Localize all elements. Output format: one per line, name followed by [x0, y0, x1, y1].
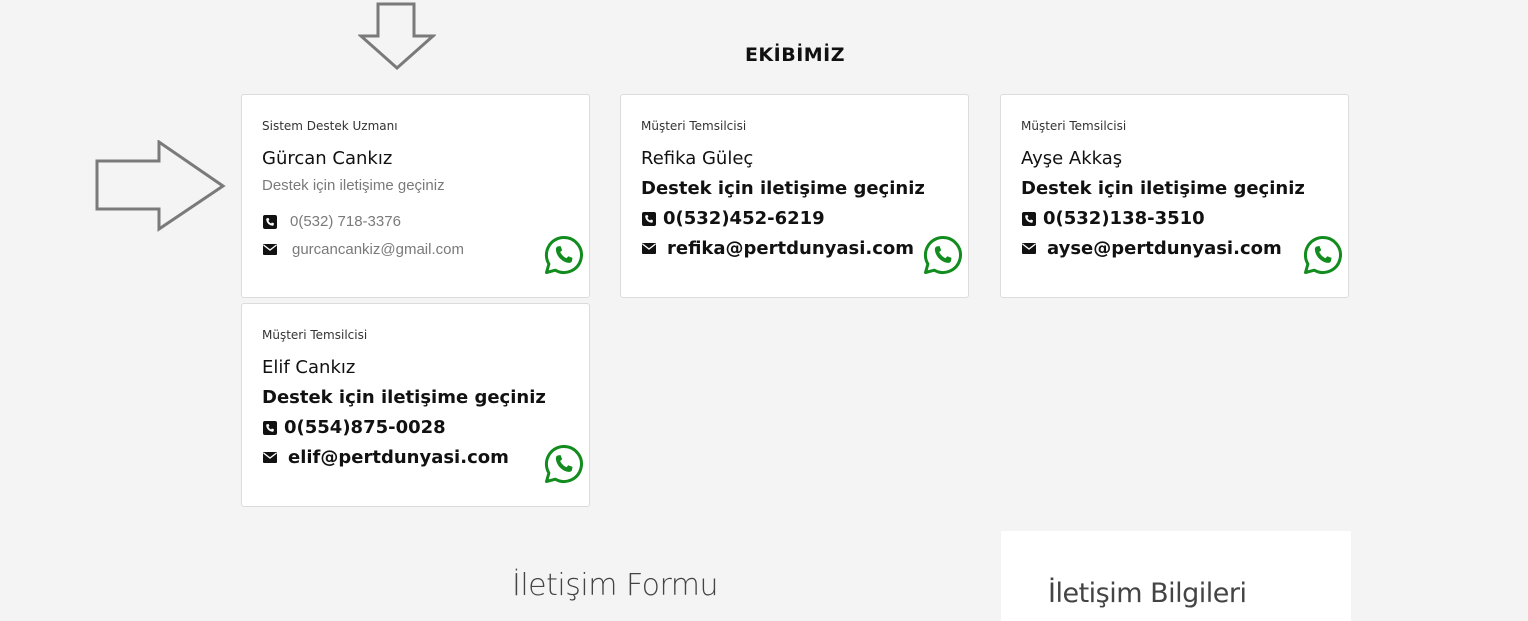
phone-square-icon: [262, 420, 278, 435]
member-role: Müşteri Temsilcisi: [1021, 119, 1127, 133]
email-address: elif@pertdunyasi.com: [288, 447, 509, 468]
phone-number: 0(532)138-3510: [1043, 208, 1205, 229]
member-role: Sistem Destek Uzmanı: [262, 119, 398, 133]
member-name: Refika Güleç: [641, 148, 754, 169]
member-phone[interactable]: 0(532)452-6219: [641, 208, 825, 229]
member-role: Müşteri Temsilcisi: [641, 119, 747, 133]
member-tagline: Destek için iletişime geçiniz: [262, 387, 546, 408]
right-arrow-icon: [95, 140, 226, 232]
whatsapp-icon[interactable]: [544, 235, 584, 275]
member-email[interactable]: refika@pertdunyasi.com: [641, 238, 914, 259]
member-email[interactable]: ayse@pertdunyasi.com: [1021, 238, 1282, 259]
member-email[interactable]: elif@pertdunyasi.com: [262, 447, 509, 468]
contact-form-title: İletişim Formu: [512, 568, 719, 603]
envelope-icon: [641, 243, 657, 254]
member-name: Gürcan Cankız: [262, 148, 393, 169]
contact-info-title: İletişim Bilgileri: [1048, 578, 1247, 609]
envelope-icon: [1021, 243, 1037, 254]
phone-number: 0(532)452-6219: [663, 208, 825, 229]
team-card: Müşteri Temsilcisi Ayşe Akkaş Destek içi…: [1000, 94, 1349, 298]
member-tagline: Destek için iletişime geçiniz: [262, 177, 445, 194]
phone-square-icon: [641, 211, 657, 226]
team-card: Sistem Destek Uzmanı Gürcan Cankız Deste…: [241, 94, 590, 298]
team-card: Müşteri Temsilcisi Refika Güleç Destek i…: [620, 94, 969, 298]
member-role: Müşteri Temsilcisi: [262, 328, 368, 342]
section-title: EKİBİMİZ: [744, 44, 846, 66]
envelope-icon: [262, 452, 278, 463]
whatsapp-icon[interactable]: [544, 444, 584, 484]
member-tagline: Destek için iletişime geçiniz: [641, 178, 925, 199]
email-address: refika@pertdunyasi.com: [667, 238, 915, 259]
envelope-icon: [262, 244, 278, 255]
phone-square-icon: [262, 214, 278, 229]
member-phone[interactable]: 0(532) 718-3376: [262, 213, 401, 230]
phone-number: 0(554)875-0028: [284, 417, 446, 438]
member-phone[interactable]: 0(532)138-3510: [1021, 208, 1205, 229]
team-card: Müşteri Temsilcisi Elif Cankız Destek iç…: [241, 303, 590, 507]
email-address: ayse@pertdunyasi.com: [1047, 238, 1282, 259]
phone-square-icon: [1021, 211, 1037, 226]
member-email[interactable]: gurcancankiz@gmail.com: [262, 241, 464, 258]
member-phone[interactable]: 0(554)875-0028: [262, 417, 446, 438]
member-name: Ayşe Akkaş: [1021, 148, 1123, 169]
whatsapp-icon[interactable]: [923, 235, 963, 275]
whatsapp-icon[interactable]: [1303, 235, 1343, 275]
phone-number: 0(532) 718-3376: [290, 213, 401, 230]
member-name: Elif Cankız: [262, 357, 356, 378]
email-address: gurcancankiz@gmail.com: [292, 241, 464, 258]
member-tagline: Destek için iletişime geçiniz: [1021, 178, 1305, 199]
